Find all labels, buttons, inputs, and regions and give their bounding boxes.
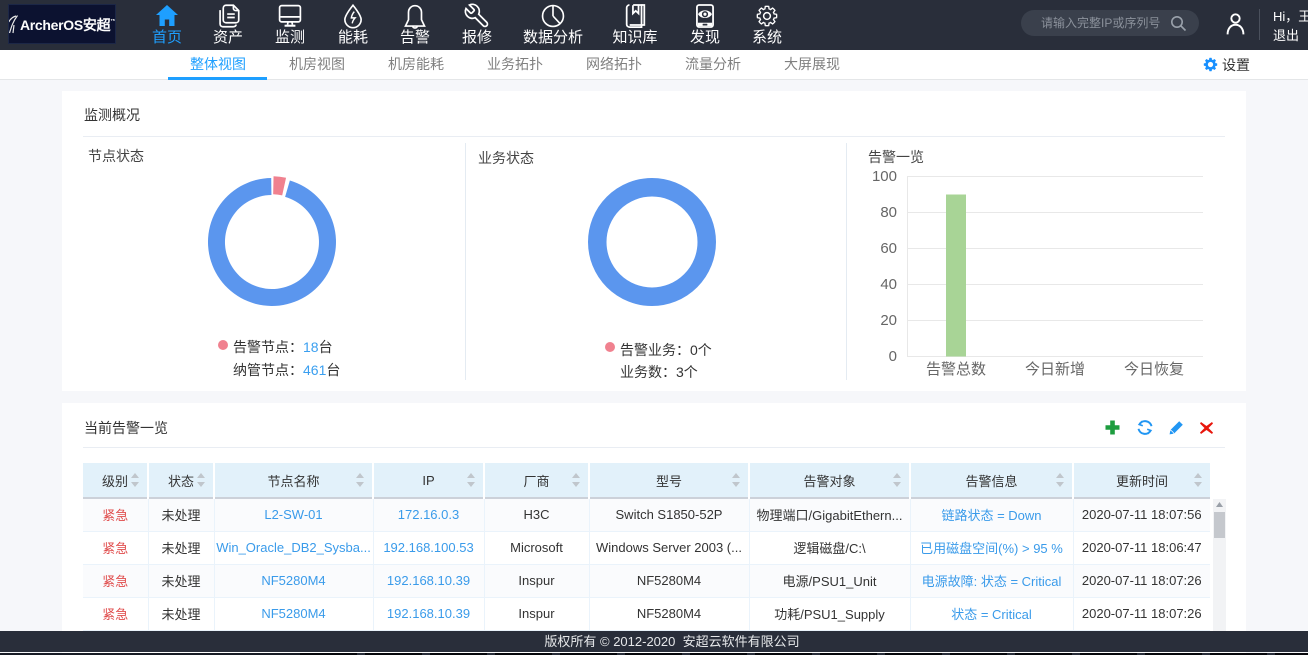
svg-text:60: 60 bbox=[880, 240, 897, 257]
svg-text:20: 20 bbox=[880, 312, 897, 329]
svg-text:40: 40 bbox=[880, 276, 897, 293]
svg-text:告警总数: 告警总数 bbox=[926, 361, 986, 378]
svg-text:80: 80 bbox=[880, 204, 897, 221]
svg-text:今日恢复: 今日恢复 bbox=[1124, 360, 1184, 378]
svg-text:100: 100 bbox=[872, 169, 897, 185]
svg-text:今日新增: 今日新增 bbox=[1025, 361, 1085, 378]
svg-text:0: 0 bbox=[889, 348, 897, 365]
